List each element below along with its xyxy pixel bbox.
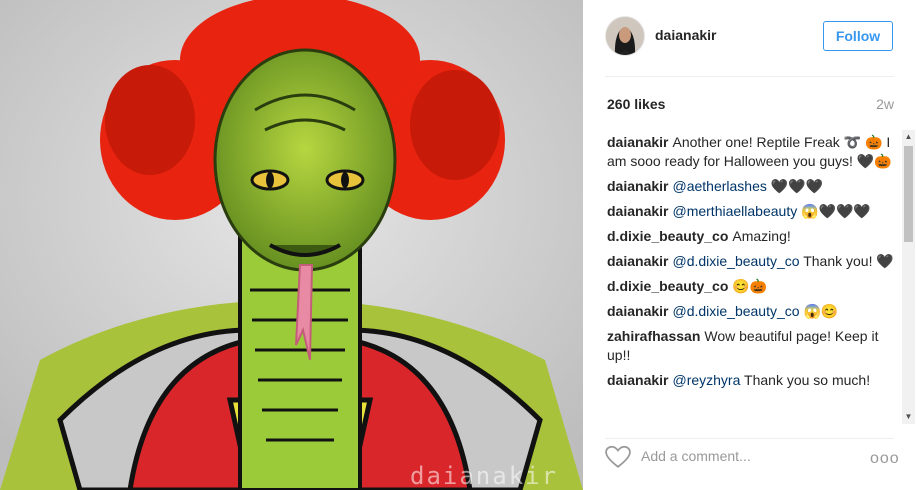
scroll-down-icon[interactable]: ▼ — [902, 410, 915, 424]
comment-username[interactable]: daianakir — [607, 134, 668, 150]
comment-item: daianakir @d.dixie_beauty_co Thank you! 🖤 — [607, 252, 897, 271]
comment-item: zahirafhassan Wow beautiful page! Keep it… — [607, 327, 897, 365]
comment-item: daianakir Another one! Reptile Freak ➰ 🎃 … — [607, 133, 897, 171]
image-watermark: daianakir — [410, 462, 559, 490]
post-image — [0, 0, 583, 490]
comment-username[interactable]: daianakir — [607, 303, 668, 319]
comment-text: 😱🖤🖤🖤 — [797, 203, 871, 219]
comment-text: Amazing! — [732, 228, 791, 244]
comment-item: d.dixie_beauty_co 😊🎃 — [607, 277, 897, 296]
comments-list: daianakir Another one! Reptile Freak ➰ 🎃 … — [607, 133, 897, 425]
post-photo[interactable]: daianakir — [0, 0, 583, 490]
scroll-up-icon[interactable]: ▲ — [902, 130, 915, 144]
likes-count[interactable]: 260 likes — [607, 96, 665, 112]
post-username[interactable]: daianakir — [655, 27, 716, 43]
scrollbar-thumb[interactable] — [904, 146, 913, 242]
comment-mention[interactable]: @aetherlashes — [672, 178, 766, 194]
comments-scrollbar[interactable]: ▲ ▼ — [902, 130, 915, 424]
avatar-image — [606, 17, 644, 55]
comment-item: daianakir @reyzhyra Thank you so much! — [607, 371, 897, 390]
comment-item: d.dixie_beauty_co Amazing! — [607, 227, 897, 246]
comment-username[interactable]: d.dixie_beauty_co — [607, 228, 728, 244]
comment-mention[interactable]: @reyzhyra — [672, 372, 740, 388]
comment-text: 😱😊 — [799, 303, 839, 319]
comment-item: daianakir @aetherlashes 🖤🖤🖤 — [607, 177, 897, 196]
comment-username[interactable]: zahirafhassan — [607, 328, 700, 344]
avatar[interactable] — [605, 16, 645, 56]
comment-text: Thank you! 🖤 — [799, 253, 894, 269]
heart-icon[interactable] — [605, 445, 631, 469]
comment-item: daianakir @d.dixie_beauty_co 😱😊 — [607, 302, 897, 321]
comment-username[interactable]: daianakir — [607, 372, 668, 388]
header-divider — [605, 76, 894, 77]
comment-mention[interactable]: @d.dixie_beauty_co — [672, 253, 799, 269]
post-timestamp[interactable]: 2w — [876, 96, 894, 112]
comment-username[interactable]: daianakir — [607, 178, 668, 194]
post-side-panel: daianakir Follow 260 likes 2w daianakir A… — [583, 0, 916, 490]
comment-username[interactable]: daianakir — [607, 253, 668, 269]
add-comment-input[interactable]: Add a comment... — [641, 448, 751, 464]
add-comment-row: Add a comment... ooo — [583, 438, 916, 482]
follow-button[interactable]: Follow — [823, 21, 893, 51]
post-header: daianakir Follow — [583, 0, 916, 76]
comment-text: 🖤🖤🖤 — [766, 178, 824, 194]
comment-username[interactable]: daianakir — [607, 203, 668, 219]
comment-mention[interactable]: @d.dixie_beauty_co — [672, 303, 799, 319]
comment-text: Thank you so much! — [740, 372, 871, 388]
comment-item: daianakir @merthiaellabeauty 😱🖤🖤🖤 — [607, 202, 897, 221]
more-options-icon[interactable]: ooo — [870, 450, 900, 468]
comment-username[interactable]: d.dixie_beauty_co — [607, 278, 728, 294]
comment-text: 😊🎃 — [732, 278, 768, 294]
comment-mention[interactable]: @merthiaellabeauty — [672, 203, 797, 219]
